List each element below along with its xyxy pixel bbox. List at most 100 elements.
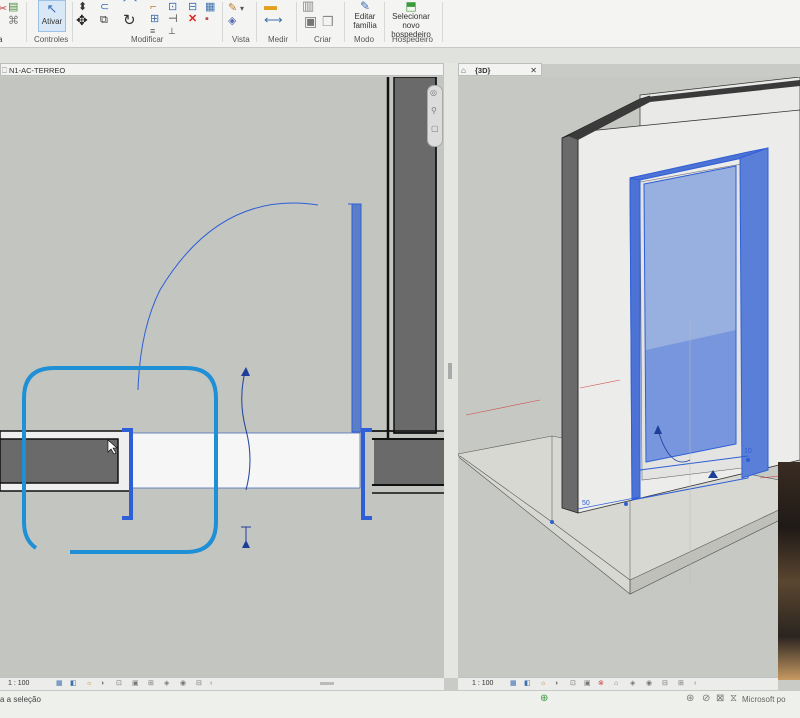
mirror-icon[interactable]: ⌒ xyxy=(123,0,137,12)
splitter-handle[interactable] xyxy=(448,363,452,379)
group-hospedeiro: Hospedeiro xyxy=(392,35,433,44)
detail-level-3d-icon[interactable]: ▦ xyxy=(510,678,517,690)
move-icon[interactable]: ✥ xyxy=(76,13,88,27)
analytical-3d-icon[interactable]: ⊞ xyxy=(678,678,684,690)
webcam-overlay xyxy=(778,462,800,680)
edit-family-icon: ✎ xyxy=(359,0,371,13)
pick-host-icon: ⬒ xyxy=(405,0,417,13)
detail-level-icon[interactable]: ▦ xyxy=(56,678,63,690)
cut-tool-icon[interactable]: ✂ xyxy=(0,4,7,15)
collapse-3d-arrow-icon[interactable]: ‹ xyxy=(694,678,696,690)
ribbon-gap xyxy=(0,48,800,64)
dropdown-chevron-icon[interactable]: ▾ xyxy=(240,3,244,14)
tab-3d-label: {3D} xyxy=(475,66,491,75)
analytical-icon[interactable]: ⊟ xyxy=(196,678,202,690)
array-icon[interactable]: ⊞ xyxy=(150,14,159,25)
temporary-hide-3d-icon[interactable]: ◈ xyxy=(630,678,635,690)
ativar-button[interactable]: ↖ Ativar xyxy=(38,0,66,32)
copy-icon[interactable]: ⧉ xyxy=(100,15,108,26)
tab-plan-label: N1-AC-TERREO xyxy=(9,66,66,75)
zoom-icon[interactable]: ⚲ xyxy=(431,106,437,115)
temporary-hide-icon[interactable]: ◈ xyxy=(164,678,169,690)
view-3d-control-bar: 1 : 100 ▦ ◧ ☼ ◑ ⊡ ▣ ⊗ ⌂ ◈ ◉ ⊟ ⊞ ‹ xyxy=(458,677,778,690)
ribbon: ✂ ▤ ⌘ a ↖ Ativar Controles ⬍ ✥ ⊂ ⧉ ⌒ ↻ ⌐… xyxy=(0,0,800,48)
visual-style-icon[interactable]: ◧ xyxy=(70,678,77,690)
split-face-icon[interactable]: ⊟ xyxy=(188,2,197,13)
plan-view-canvas[interactable]: ◎ ⚲ ▢ xyxy=(0,77,444,677)
view-3d-canvas[interactable]: 50 10 xyxy=(458,77,800,677)
filter-icon[interactable]: ⧖ xyxy=(730,693,737,704)
worksharing-icon[interactable]: ⊟ xyxy=(662,678,668,690)
select-links-icon[interactable]: ⊘ xyxy=(702,693,710,704)
offset-icon[interactable]: ⊂ xyxy=(100,2,109,13)
home-3d-icon[interactable]: ⌂ xyxy=(614,678,618,690)
measure-icon[interactable]: ▬ xyxy=(264,0,277,12)
view-3d-scale-label[interactable]: 1 : 100 xyxy=(472,678,493,690)
delete-icon[interactable]: ✕ xyxy=(188,14,197,25)
selecionar-hospedeiro-button[interactable]: ⬒ Selecionar novo hospedeiro xyxy=(382,0,440,39)
shadows-3d-icon[interactable]: ◑ xyxy=(554,678,558,690)
status-right-text: Microsoft po xyxy=(742,695,786,704)
hide-icon[interactable]: ◈ xyxy=(228,16,236,27)
dimension-icon[interactable]: ⟷ xyxy=(264,13,283,26)
group-medir: Medir xyxy=(268,35,289,44)
collapse-arrow-icon[interactable]: ‹ xyxy=(210,678,212,690)
create-assembly-icon[interactable]: ▥ xyxy=(302,0,314,12)
dimension-label-10[interactable]: 10 xyxy=(744,448,752,455)
navigation-bar[interactable]: ◎ ⚲ ▢ xyxy=(427,85,443,147)
design-options-icon[interactable]: ⊛ xyxy=(686,693,694,704)
group-modo: Modo xyxy=(354,35,375,44)
match-icon[interactable]: ⌘ xyxy=(8,16,19,27)
create-similar-icon[interactable]: ▣ xyxy=(304,14,317,28)
group-icon[interactable]: ▦ xyxy=(205,2,215,13)
zoom-region-icon[interactable]: ▢ xyxy=(431,124,439,133)
plan-drawing xyxy=(0,77,444,554)
rotate-icon[interactable]: ↻ xyxy=(123,13,136,28)
tab-3d[interactable]: ⌂ {3D} ✕ xyxy=(458,63,542,76)
ativar-label: Ativar xyxy=(41,17,63,26)
scale-icon[interactable]: ⊡ xyxy=(168,2,177,13)
reveal-hidden-icon[interactable]: ◉ xyxy=(180,678,186,690)
lock-view-icon[interactable]: ⊗ xyxy=(598,678,604,690)
plan-view-control-bar: 1 : 100 ▦ ◧ ☼ ◑ ⊡ ▣ ⊞ ◈ ◉ ⊟ ‹ xyxy=(0,677,444,690)
trim-icon[interactable]: ⌐ xyxy=(150,2,156,13)
select-pinned-icon[interactable]: ⊠ xyxy=(716,693,724,704)
status-bar: a a seleção ⊕ ⊛ ⊘ ⊠ ⧖ Microsoft po xyxy=(0,690,800,718)
view-3d-drawing xyxy=(458,77,800,595)
visual-style-3d-icon[interactable]: ◧ xyxy=(524,678,531,690)
editar-familia-button[interactable]: ✎ Editar família xyxy=(348,0,382,30)
paint-icon[interactable]: ▪ xyxy=(205,14,209,25)
tab-plan[interactable]: ⎕ N1-AC-TERREO xyxy=(0,63,444,76)
view-splitter[interactable] xyxy=(444,63,458,678)
group-vista: Vista xyxy=(232,35,250,44)
left-cut-label: a xyxy=(0,35,3,44)
status-text: a a seleção xyxy=(0,695,41,704)
crop-3d-icon[interactable]: ▣ xyxy=(584,678,591,690)
selecionar-label-1: Selecionar xyxy=(392,12,430,21)
unlock-3d-icon[interactable]: ⊞ xyxy=(148,678,154,690)
unpin-icon[interactable]: ⊥ xyxy=(168,26,176,37)
group-modificar: Modificar xyxy=(131,35,164,44)
reveal-hidden-3d-icon[interactable]: ◉ xyxy=(646,678,652,690)
plan-scale-label[interactable]: 1 : 100 xyxy=(8,678,29,690)
pin-icon[interactable]: ⊣ xyxy=(168,14,178,25)
paste-icon[interactable]: ▤ xyxy=(8,2,18,13)
render-icon[interactable]: ⊡ xyxy=(570,678,576,690)
override-graphics-icon[interactable]: ✎ xyxy=(228,3,237,14)
group-criar: Criar xyxy=(314,35,332,44)
floor-plan-icon: ⎕ xyxy=(2,66,7,75)
dimension-label-50[interactable]: 50 xyxy=(582,500,590,507)
close-tab-icon[interactable]: ✕ xyxy=(530,64,537,77)
plan-h-scrollbar[interactable] xyxy=(320,682,334,685)
sun-path-3d-icon[interactable]: ☼ xyxy=(540,678,546,690)
editar-familia-label-2: família xyxy=(353,21,377,30)
workset-icon[interactable]: ⊕ xyxy=(540,693,548,704)
steering-wheel-icon[interactable]: ◎ xyxy=(430,88,437,97)
activate-icon: ↖ xyxy=(46,1,58,16)
create-parts-icon[interactable]: ❒ xyxy=(322,15,334,28)
crop-icon[interactable]: ⊡ xyxy=(116,678,122,690)
editar-familia-label-1: Editar xyxy=(354,12,376,21)
show-crop-icon[interactable]: ▣ xyxy=(132,678,139,690)
shadows-icon[interactable]: ◑ xyxy=(100,678,104,690)
sun-path-icon[interactable]: ☼ xyxy=(86,678,92,690)
